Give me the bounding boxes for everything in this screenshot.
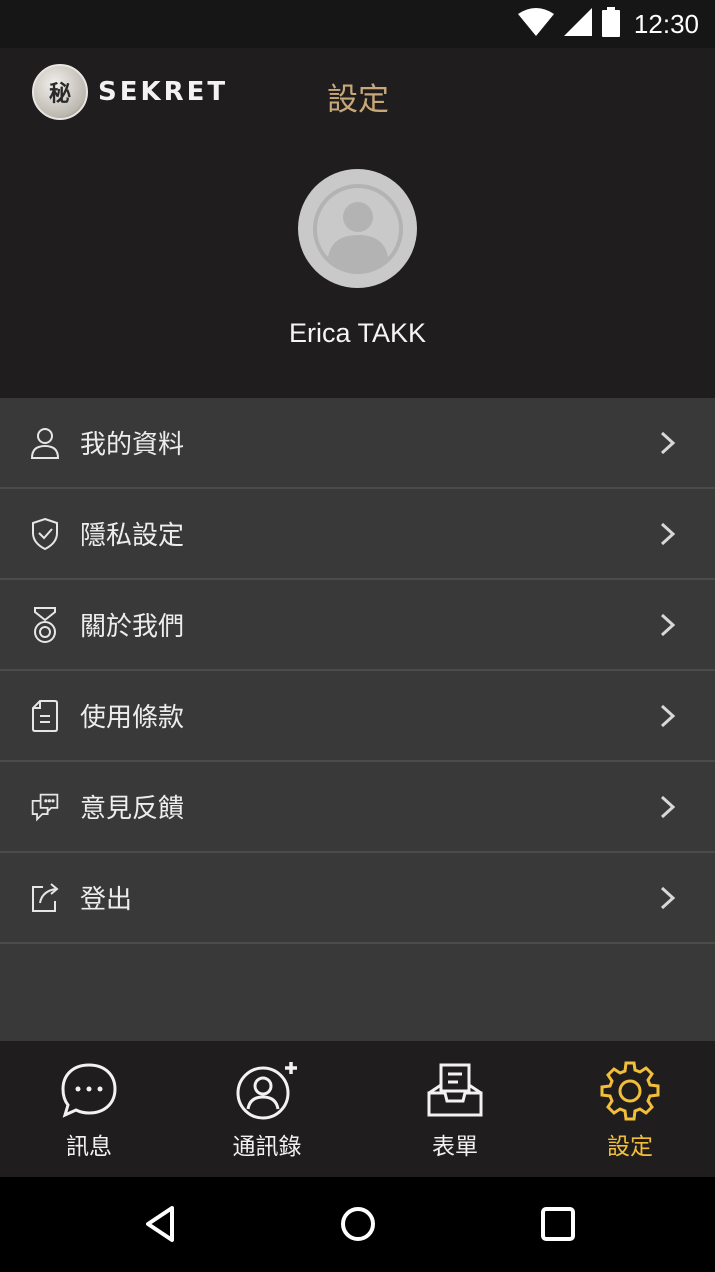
header: 秘 SEKRET 設定 Erica TAKK xyxy=(0,48,715,398)
logo-text: SEKRET xyxy=(98,77,229,107)
shield-check-icon xyxy=(30,517,60,551)
menu-item-label: 我的資料 xyxy=(80,430,185,460)
chevron-right-icon xyxy=(660,522,676,545)
chevron-right-icon xyxy=(660,431,676,454)
settings-menu: 我的資料 隱私設定 關於我們 使用條款 意見反饋 登出 xyxy=(0,398,715,1041)
chevron-right-icon xyxy=(660,886,676,909)
chevron-right-icon xyxy=(660,613,676,636)
tab-label: 訊息 xyxy=(66,1134,112,1160)
cell-signal-icon xyxy=(563,8,592,40)
battery-icon xyxy=(601,7,620,41)
chevron-right-icon xyxy=(660,795,676,818)
tab-contacts[interactable]: 通訊錄 xyxy=(178,1041,356,1177)
tab-label: 設定 xyxy=(607,1134,653,1160)
menu-item-about-us[interactable]: 關於我們 xyxy=(0,580,715,671)
logo-badge-icon: 秘 xyxy=(32,64,88,120)
logout-share-icon xyxy=(30,881,60,915)
menu-item-label: 使用條款 xyxy=(80,703,185,733)
tab-forms[interactable]: 表單 xyxy=(366,1041,544,1177)
status-bar: 12:30 xyxy=(0,0,715,48)
medal-icon xyxy=(30,606,60,643)
settings-screen: 12:30 秘 SEKRET 設定 Erica TAKK 我的資料 隱私設定 關… xyxy=(0,0,715,1272)
menu-item-feedback[interactable]: 意見反饋 xyxy=(0,762,715,853)
document-icon xyxy=(30,699,60,733)
back-icon[interactable] xyxy=(140,1204,180,1244)
tab-label: 表單 xyxy=(432,1134,478,1160)
app-logo: 秘 SEKRET xyxy=(32,64,228,120)
menu-item-terms[interactable]: 使用條款 xyxy=(0,671,715,762)
menu-item-label: 關於我們 xyxy=(80,612,185,642)
wifi-icon xyxy=(517,8,554,40)
inbox-form-icon xyxy=(427,1063,483,1117)
chat-bubbles-icon xyxy=(30,790,60,824)
menu-item-logout[interactable]: 登出 xyxy=(0,853,715,944)
gear-icon xyxy=(600,1061,660,1121)
person-avatar-icon xyxy=(312,183,403,274)
profile-name: Erica TAKK xyxy=(288,318,427,348)
chat-bubble-icon xyxy=(61,1063,117,1118)
avatar[interactable] xyxy=(298,169,417,288)
system-nav-bar xyxy=(0,1177,715,1272)
status-time: 12:30 xyxy=(633,8,699,39)
tab-label: 通訊錄 xyxy=(232,1134,302,1160)
chevron-right-icon xyxy=(660,704,676,727)
tab-settings[interactable]: 設定 xyxy=(541,1041,715,1177)
page-title: 設定 xyxy=(327,82,389,118)
menu-item-label: 登出 xyxy=(80,885,133,915)
user-icon xyxy=(30,426,60,460)
add-contact-icon xyxy=(236,1062,297,1120)
bottom-tab-bar: 訊息 通訊錄 表單 設定 xyxy=(0,1041,715,1177)
tab-messages[interactable]: 訊息 xyxy=(0,1041,178,1177)
home-icon[interactable] xyxy=(338,1204,378,1244)
recents-icon[interactable] xyxy=(538,1204,578,1244)
menu-item-privacy[interactable]: 隱私設定 xyxy=(0,489,715,580)
menu-item-label: 意見反饋 xyxy=(80,794,185,824)
menu-item-my-profile[interactable]: 我的資料 xyxy=(0,398,715,489)
menu-item-label: 隱私設定 xyxy=(80,521,185,551)
